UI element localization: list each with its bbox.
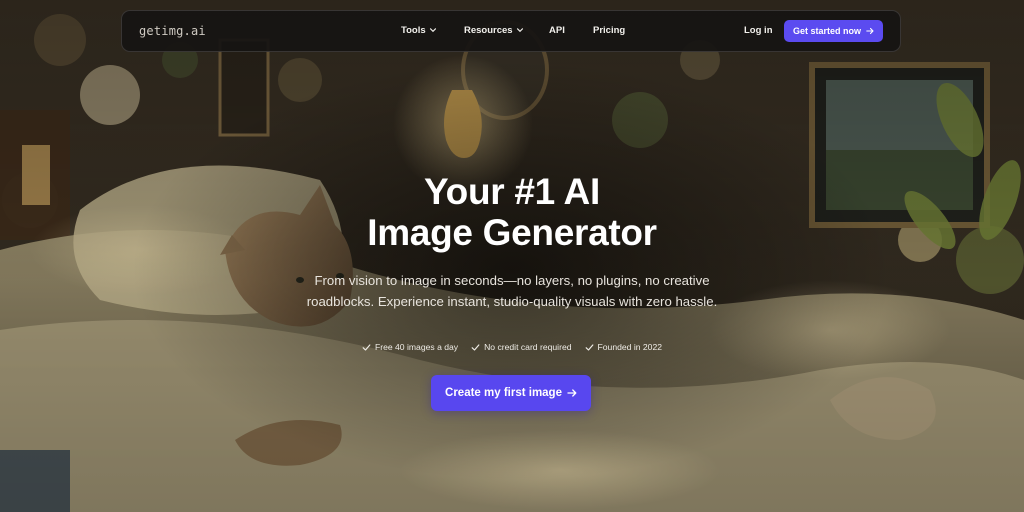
nav-link-tools[interactable]: Tools xyxy=(401,25,437,36)
nav-link-resources[interactable]: Resources xyxy=(464,25,524,36)
nav-link-api[interactable]: API xyxy=(549,25,565,36)
nav-link-pricing[interactable]: Pricing xyxy=(593,25,625,36)
arrow-right-icon xyxy=(866,27,874,35)
check-icon xyxy=(471,343,480,351)
feature-bullet-text: Founded in 2022 xyxy=(597,342,663,352)
feature-bullets: Free 40 images a day No credit card requ… xyxy=(300,342,724,352)
login-link[interactable]: Log in xyxy=(744,25,773,36)
feature-bullet-no-credit-card: No credit card required xyxy=(471,342,572,352)
hero-title-line-2: Image Generator xyxy=(367,212,657,253)
arrow-right-icon xyxy=(567,389,577,397)
check-icon xyxy=(585,343,593,351)
nav-link-label: Tools xyxy=(401,25,426,36)
landing-page: getimg.ai Tools Resources API Pricing Lo… xyxy=(0,0,1024,512)
check-icon xyxy=(362,343,371,351)
nav-link-label: Pricing xyxy=(593,25,626,36)
site-logo[interactable]: getimg.ai xyxy=(139,24,206,38)
get-started-label: Get started now xyxy=(792,26,861,36)
hero-subtitle: From vision to image in seconds—no layer… xyxy=(306,273,718,309)
feature-bullet-text: Free 40 images a day xyxy=(374,342,459,352)
feature-bullet-free-images: Free 40 images a day xyxy=(362,342,458,352)
hero-title-line-1: Your #1 AI xyxy=(424,171,600,212)
feature-bullet-founded: Founded in 2022 xyxy=(585,342,663,352)
nav-link-label: API xyxy=(549,25,565,36)
create-first-image-label: Create my first image xyxy=(445,387,562,399)
create-first-image-button[interactable]: Create my first image xyxy=(431,375,591,411)
top-navigation-bar: getimg.ai Tools Resources API Pricing Lo… xyxy=(121,10,901,52)
hero-title: Your #1 AI Image Generator xyxy=(312,171,712,253)
chevron-down-icon xyxy=(516,28,523,33)
chevron-down-icon xyxy=(429,28,436,33)
nav-link-label: Resources xyxy=(464,25,513,36)
get-started-button[interactable]: Get started now xyxy=(784,20,883,42)
feature-bullet-text: No credit card required xyxy=(484,342,572,352)
background-overlay xyxy=(0,0,1024,512)
